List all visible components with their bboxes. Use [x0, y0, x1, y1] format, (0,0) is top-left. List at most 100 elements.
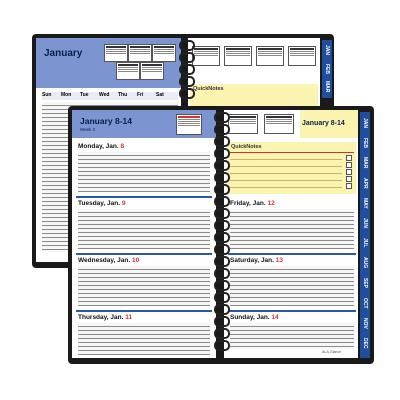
day-lines-friday[interactable] — [230, 209, 354, 249]
front-week-label: Week 2 — [80, 127, 96, 132]
weekday-label: Sat — [156, 92, 164, 98]
month-tab-mar[interactable]: MAR — [322, 78, 332, 95]
checkbox[interactable] — [346, 162, 352, 168]
spiral-ring — [214, 124, 230, 135]
quicknotes-line — [230, 159, 342, 160]
day-number: 11 — [125, 314, 133, 321]
spiral-ring — [214, 196, 230, 207]
spiral-ring — [214, 256, 230, 267]
day-name: Wednesday, Jan. — [78, 257, 132, 264]
spiral-ring — [214, 232, 230, 243]
mini-calendar — [264, 114, 294, 134]
day-heading-wednesday: Wednesday, Jan. 10 — [78, 257, 139, 264]
spiral-ring — [214, 328, 230, 339]
day-name: Sunday, Jan. — [230, 314, 272, 321]
day-number: 10 — [131, 257, 140, 264]
month-tab-mar[interactable]: MAR — [360, 154, 370, 172]
month-tab-sep[interactable]: SEP — [360, 274, 370, 292]
day-heading-sunday: Sunday, Jan. 14 — [230, 314, 279, 321]
spiral-ring — [214, 148, 230, 159]
spiral-ring — [179, 64, 195, 75]
month-tab-may[interactable]: MAY — [360, 194, 370, 212]
front-quicknotes-label: QuickNotes — [231, 144, 262, 150]
checkbox[interactable] — [346, 155, 352, 161]
spiral-ring — [214, 160, 230, 171]
front-right-page: January 8-14 QuickNotes Friday, Jan. 12 … — [224, 110, 358, 358]
day-separator — [76, 196, 212, 198]
quicknotes-line — [230, 180, 342, 181]
day-heading-saturday: Saturday, Jan. 13 — [230, 257, 283, 264]
spiral-ring — [214, 340, 230, 351]
day-heading-friday: Friday, Jan. 12 — [230, 200, 275, 207]
month-tab-jan[interactable]: JAN — [360, 114, 370, 132]
front-mini-calendars — [228, 112, 298, 134]
weekday-label: Sun — [42, 92, 52, 98]
day-lines-thursday[interactable] — [78, 323, 210, 355]
spiral-ring — [179, 76, 195, 87]
weekday-label: Thu — [118, 92, 128, 98]
spiral-ring — [214, 112, 230, 123]
month-tab-nov[interactable]: NOV — [360, 314, 370, 332]
spiral-ring — [214, 280, 230, 291]
mini-calendar — [256, 46, 284, 66]
weekday-label: Mon — [61, 92, 72, 98]
front-left-page: January 8-14 Week 2 Monday, Jan. 8 Tuesd… — [72, 110, 216, 358]
day-separator — [76, 310, 212, 312]
mini-calendar-current — [176, 114, 202, 135]
day-separator — [76, 253, 212, 255]
spiral-ring — [214, 136, 230, 147]
checkbox[interactable] — [346, 176, 352, 182]
front-right-title: January 8-14 — [302, 120, 345, 127]
day-lines-tuesday[interactable] — [78, 209, 210, 249]
month-tab-oct[interactable]: OCT — [360, 294, 370, 312]
month-tab-aug[interactable]: AUG — [360, 254, 370, 272]
day-name: Friday, Jan. — [230, 200, 268, 207]
back-mini-calendar-strip — [192, 46, 316, 66]
day-name: Tuesday, Jan. — [78, 200, 122, 207]
month-tab-jul[interactable]: JUL — [360, 234, 370, 252]
day-lines-saturday[interactable] — [230, 266, 354, 306]
spiral-ring — [214, 316, 230, 327]
weekday-label: Fri — [137, 92, 144, 98]
day-heading-thursday: Thursday, Jan. 11 — [78, 314, 132, 321]
day-number: 8 — [120, 143, 125, 150]
day-number: 13 — [275, 257, 283, 264]
spiral-ring — [214, 268, 230, 279]
month-tab-dec[interactable]: DEC — [360, 334, 370, 352]
day-lines-monday[interactable] — [78, 152, 210, 192]
day-lines-sunday[interactable] — [230, 323, 354, 349]
spiral-ring — [214, 292, 230, 303]
month-tab-feb[interactable]: FEB — [360, 134, 370, 152]
day-separator — [228, 310, 356, 312]
brand-mark: At-A-Glance — [322, 350, 342, 354]
front-spiral-binding — [214, 112, 234, 362]
front-month-tabs: JAN FEB MAR APR MAY JUN JUL AUG SEP OCT … — [360, 112, 370, 358]
front-quicknotes-panel: QuickNotes — [228, 142, 356, 194]
weekday-label: Tue — [80, 92, 89, 98]
day-heading-tuesday: Tuesday, Jan. 9 — [78, 200, 125, 207]
weekday-label: Wed — [99, 92, 110, 98]
mini-calendar — [140, 62, 164, 80]
checkbox[interactable] — [346, 183, 352, 189]
quicknotes-rule — [230, 152, 354, 153]
spiral-ring — [214, 220, 230, 231]
month-tab-jan[interactable]: JAN — [322, 42, 332, 59]
day-heading-monday: Monday, Jan. 8 — [78, 143, 124, 150]
day-name: Saturday, Jan. — [230, 257, 276, 264]
month-tab-feb[interactable]: FEB — [322, 60, 332, 77]
quicknotes-line — [230, 173, 342, 174]
back-mini-calendars — [104, 44, 176, 80]
back-spiral-binding — [179, 40, 199, 110]
day-number: 9 — [121, 200, 126, 207]
spiral-ring — [214, 172, 230, 183]
day-lines-wednesday[interactable] — [78, 266, 210, 306]
day-number: 12 — [267, 200, 275, 207]
month-tab-jun[interactable]: JUN — [360, 214, 370, 232]
spiral-ring — [179, 88, 195, 99]
checkbox[interactable] — [346, 169, 352, 175]
spiral-ring — [179, 40, 195, 51]
mini-calendar — [128, 44, 152, 62]
month-tab-apr[interactable]: APR — [360, 174, 370, 192]
mini-calendar — [224, 46, 252, 66]
day-name: Thursday, Jan. — [78, 314, 126, 321]
